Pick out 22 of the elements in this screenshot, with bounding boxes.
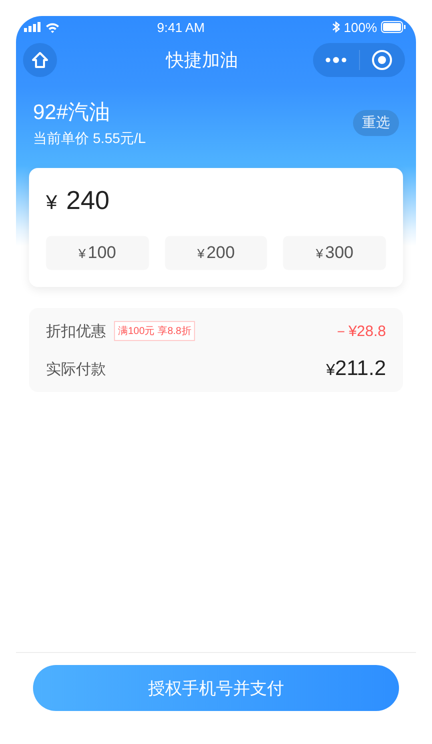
unit-price: 当前单价 5.55元/L bbox=[33, 130, 147, 148]
home-icon bbox=[30, 50, 50, 70]
discount-label: 折扣优惠 bbox=[46, 322, 106, 340]
amount-option[interactable]: ¥300 bbox=[283, 236, 386, 270]
fuel-type: 92#汽油 bbox=[33, 100, 112, 126]
home-button[interactable] bbox=[23, 43, 57, 77]
status-time: 9:41 AM bbox=[156, 20, 206, 34]
discount-tag: 满100元 享8.8折 bbox=[114, 321, 196, 341]
amount-option[interactable]: ¥100 bbox=[46, 236, 149, 270]
amount-field[interactable]: ¥ 240 bbox=[46, 185, 386, 219]
battery-percent: 100% bbox=[344, 20, 377, 34]
discount-amount: －¥28.8 bbox=[333, 322, 386, 340]
battery-icon bbox=[381, 21, 406, 33]
wifi-icon bbox=[45, 22, 60, 32]
payment-label: 实际付款 bbox=[46, 360, 106, 378]
bluetooth-icon bbox=[332, 21, 340, 33]
payment-amount: ¥211.2 bbox=[326, 357, 386, 381]
target-icon bbox=[371, 49, 394, 71]
page-title: 快捷加油 bbox=[164, 49, 239, 72]
amount-option[interactable]: ¥200 bbox=[164, 236, 268, 270]
more-icon bbox=[324, 56, 347, 64]
signal-icon bbox=[24, 22, 41, 32]
